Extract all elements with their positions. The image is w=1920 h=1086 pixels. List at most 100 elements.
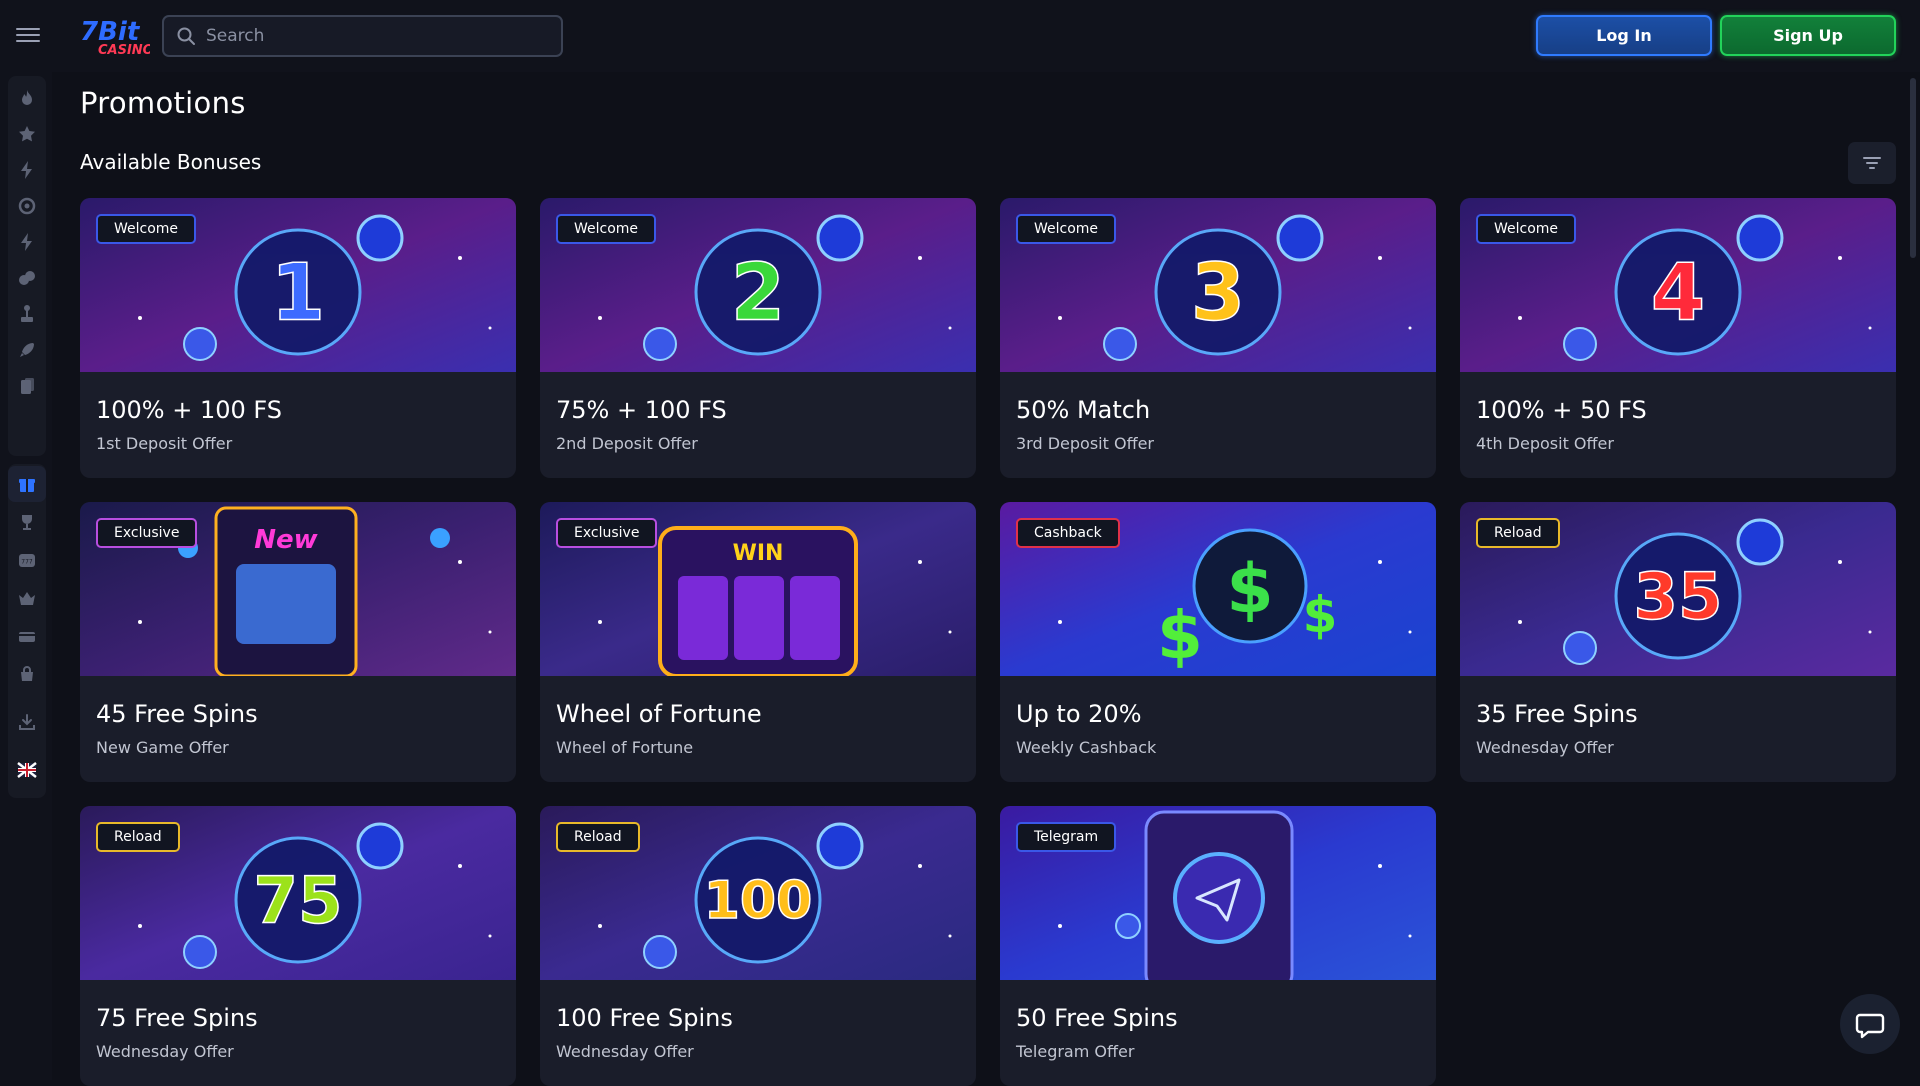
sidebar-item-lightning[interactable]	[8, 152, 46, 188]
card-badge: Welcome	[556, 214, 657, 244]
card-title: 35 Free Spins	[1476, 700, 1638, 728]
login-button[interactable]: Log In	[1536, 15, 1712, 56]
rocket-icon	[20, 343, 34, 357]
card-title: 50 Free Spins	[1016, 1004, 1178, 1032]
sidebar-item-rocket[interactable]	[8, 332, 46, 368]
star-icon	[19, 126, 35, 142]
card-badge: Welcome	[96, 214, 197, 244]
card-art-number: 1	[271, 248, 325, 338]
card-title: 75 Free Spins	[96, 1004, 258, 1032]
card-subtitle: Weekly Cashback	[1016, 738, 1157, 757]
card-title: 75% + 100 FS	[556, 396, 727, 424]
card-art-label-3: $	[1303, 586, 1338, 644]
sidebar-item-star[interactable]	[8, 116, 46, 152]
card-subtitle: Telegram Offer	[1016, 1042, 1135, 1061]
top-bar: 7Bit CASINO Log In Sign Up	[0, 0, 1920, 72]
card-subtitle: Wheel of Fortune	[556, 738, 694, 757]
bonus-card[interactable]: New Exclusive 45 Free Spins New Game Offer	[80, 502, 516, 782]
target-icon	[18, 197, 36, 215]
card-art-number: 4	[1651, 248, 1705, 338]
card-art-label: $	[1226, 550, 1273, 629]
main-content: Promotions Available Bonuses 1 Welcome 100…	[80, 72, 1896, 1086]
bonus-card[interactable]: 3 Welcome 50% Match 3rd Deposit Offer	[1000, 198, 1436, 478]
slot-777-icon: 777	[19, 554, 35, 567]
dice-icon	[19, 271, 35, 285]
sidebar-item-target[interactable]	[8, 188, 46, 224]
sidebar-item-crown[interactable]	[8, 580, 46, 616]
lightning-icon	[21, 161, 32, 179]
sidebar-item-slot-777[interactable]: 777	[8, 542, 46, 578]
card-art-number: 35	[1633, 560, 1722, 634]
sidebar-item-language-flag-uk[interactable]	[8, 752, 46, 788]
section-title: Available Bonuses	[80, 150, 262, 174]
bonus-card[interactable]: 2 Welcome 75% + 100 FS 2nd Deposit Offer	[540, 198, 976, 478]
joystick-icon	[21, 305, 33, 322]
bonus-card[interactable]: WIN Exclusive Wheel of Fortune Wheel of For…	[540, 502, 976, 782]
card-title: 45 Free Spins	[96, 700, 258, 728]
chat-button[interactable]	[1840, 994, 1900, 1054]
sidebar-item-bag[interactable]	[8, 656, 46, 692]
logo[interactable]: 7Bit CASINO	[78, 14, 154, 58]
sidebar-item-wallet[interactable]	[8, 618, 46, 654]
trophy-icon	[22, 515, 32, 530]
logo-graphic: 7Bit CASINO	[80, 17, 154, 58]
card-badge: Exclusive	[96, 518, 198, 548]
sidebar-item-download[interactable]	[8, 704, 46, 740]
language-flag-uk	[17, 762, 37, 778]
card-art-label-2: $	[1157, 597, 1203, 674]
card-badge: Welcome	[1476, 214, 1577, 244]
sidebar-item-trophy[interactable]	[8, 504, 46, 540]
bonus-card[interactable]: 75 Reload 75 Free Spins Wednesday Offer	[80, 806, 516, 1086]
card-art-number: 100	[704, 871, 813, 931]
filter-button[interactable]	[1848, 142, 1896, 184]
card-art-number: 75	[253, 864, 342, 938]
search-input[interactable]	[206, 26, 546, 46]
sidebar-item-cards[interactable]	[8, 368, 46, 404]
card-badge: Reload	[1476, 518, 1560, 548]
scrollbar[interactable]	[1908, 72, 1918, 1080]
card-badge: Telegram	[1016, 822, 1117, 852]
card-subtitle: 4th Deposit Offer	[1476, 434, 1614, 453]
sidebar-item-gift[interactable]	[8, 466, 46, 502]
hamburger-icon[interactable]	[16, 24, 40, 48]
sidebar: 777	[0, 72, 52, 1080]
card-subtitle: 3rd Deposit Offer	[1016, 434, 1155, 453]
sidebar-item-fire[interactable]	[8, 80, 46, 116]
search-icon	[177, 27, 195, 45]
card-title: Up to 20%	[1016, 700, 1142, 728]
filter-icon	[1863, 157, 1881, 169]
bonus-card[interactable]: 4 Welcome 100% + 50 FS 4th Deposit Offer	[1460, 198, 1896, 478]
card-art-label: WIN	[733, 541, 784, 566]
bonus-card[interactable]: $ $ $ Cashback Up to 20% Weekly Cashback	[1000, 502, 1436, 782]
card-badge: Welcome	[1016, 214, 1117, 244]
card-subtitle: New Game Offer	[96, 738, 229, 757]
card-subtitle: 1st Deposit Offer	[96, 434, 233, 453]
chat-bubble-icon	[1855, 1013, 1885, 1039]
card-title: 50% Match	[1016, 396, 1151, 424]
sidebar-item-joystick[interactable]	[8, 296, 46, 332]
svg-text:777: 777	[21, 559, 33, 566]
sidebar-item-lightning[interactable]	[8, 224, 46, 260]
download-icon	[19, 714, 35, 730]
card-badge: Reload	[556, 822, 640, 852]
fire-icon	[22, 90, 32, 105]
bonus-card[interactable]: 1 Welcome 100% + 100 FS 1st Deposit Offer	[80, 198, 516, 478]
card-art-number: 3	[1191, 248, 1245, 338]
lightning-icon	[21, 233, 32, 251]
bonus-card[interactable]: 35 Reload 35 Free Spins Wednesday Offer	[1460, 502, 1896, 782]
card-title: 100 Free Spins	[556, 1004, 733, 1032]
search-box[interactable]	[162, 15, 563, 57]
card-subtitle: Wednesday Offer	[96, 1042, 234, 1061]
crown-icon	[19, 592, 35, 605]
scrollbar-thumb[interactable]	[1910, 78, 1916, 258]
card-badge: Reload	[96, 822, 180, 852]
sidebar-item-dice[interactable]	[8, 260, 46, 296]
bonus-card[interactable]: Telegram 50 Free Spins Telegram Offer	[1000, 806, 1436, 1086]
bonus-card[interactable]: 100 Reload 100 Free Spins Wednesday Offer	[540, 806, 976, 1086]
card-art-number: 2	[731, 248, 785, 338]
card-title: 100% + 100 FS	[96, 396, 283, 424]
gift-icon	[19, 479, 35, 492]
card-subtitle: 2nd Deposit Offer	[556, 434, 698, 453]
card-badge: Cashback	[1016, 518, 1120, 548]
signup-button[interactable]: Sign Up	[1720, 15, 1896, 56]
